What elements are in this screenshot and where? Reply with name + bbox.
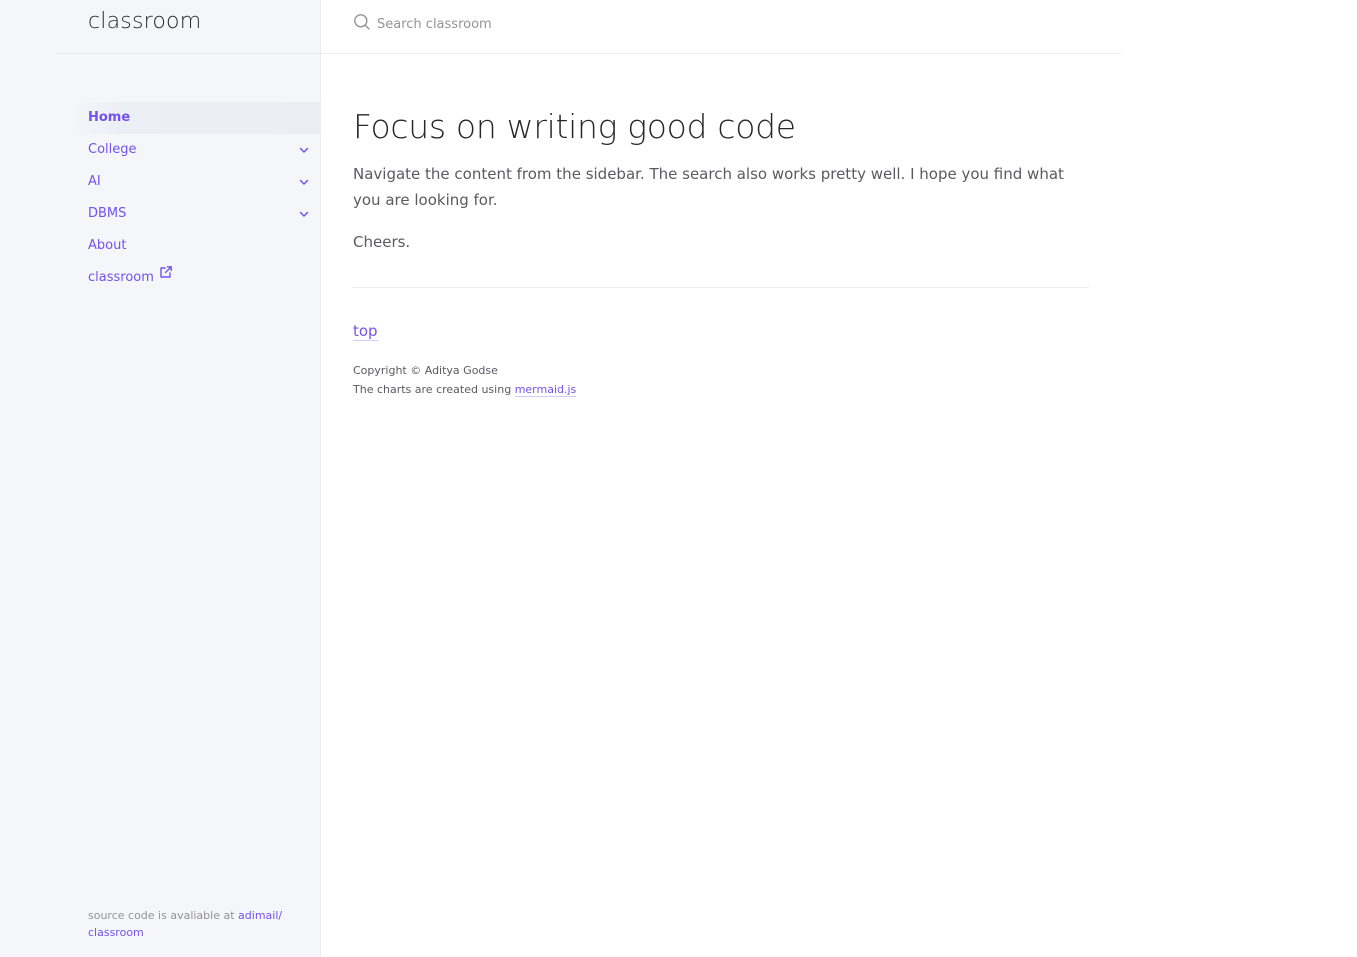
sidebar-item-home[interactable]: Home — [70, 102, 321, 134]
back-to-top-link[interactable]: top — [353, 322, 378, 342]
mermaid-link[interactable]: mermaid.js — [514, 383, 577, 398]
search-icon — [353, 13, 371, 35]
sidebar-item-label: College — [88, 142, 137, 157]
site-title[interactable]: classroom — [88, 9, 201, 34]
divider — [353, 287, 1089, 289]
sidebar-item-college[interactable]: College — [70, 134, 321, 166]
sidebar-item-label: Home — [88, 110, 131, 125]
search-input[interactable] — [377, 16, 777, 32]
charts-credit-text: The charts are created using — [353, 383, 512, 397]
charts-credit: The charts are created using mermaid.js — [353, 380, 1089, 399]
sidebar-item-about[interactable]: About — [70, 230, 321, 262]
sidebar-item-label: About — [88, 238, 127, 253]
site-header: classroom — [56, 0, 321, 54]
copyright-text: Copyright © Aditya Godse — [353, 364, 498, 378]
sidebar-item-label: classroom — [88, 270, 154, 285]
sidebar-item-ai[interactable]: AI — [70, 166, 321, 198]
sidebar-item-classroom-external[interactable]: classroom — [70, 262, 321, 294]
sidebar-footer: source code is avaliable at adimail/ cla… — [88, 907, 288, 941]
chevron-down-icon[interactable] — [295, 166, 313, 198]
chevron-down-icon[interactable] — [295, 198, 313, 230]
page-footer: Copyright © Aditya Godse The charts are … — [353, 361, 1089, 399]
source-code-text: source code is avaliable at — [88, 909, 235, 922]
search-bar — [353, 13, 777, 35]
chevron-down-icon[interactable] — [295, 134, 313, 166]
sidebar-item-label: AI — [88, 174, 101, 189]
sidebar-item-dbms[interactable]: DBMS — [70, 198, 321, 230]
main-content: Focus on writing good code Navigate the … — [353, 100, 1089, 399]
top-bar — [321, 0, 1121, 54]
sidebar-nav: Home College AI DBMS About classroom — [70, 102, 321, 294]
sidebar-item-label: DBMS — [88, 206, 127, 221]
intro-paragraph: Navigate the content from the sidebar. T… — [353, 165, 1064, 210]
external-link-icon — [159, 260, 173, 292]
page-title: Focus on writing good code — [353, 107, 796, 146]
closing-text: Cheers. — [353, 233, 411, 252]
